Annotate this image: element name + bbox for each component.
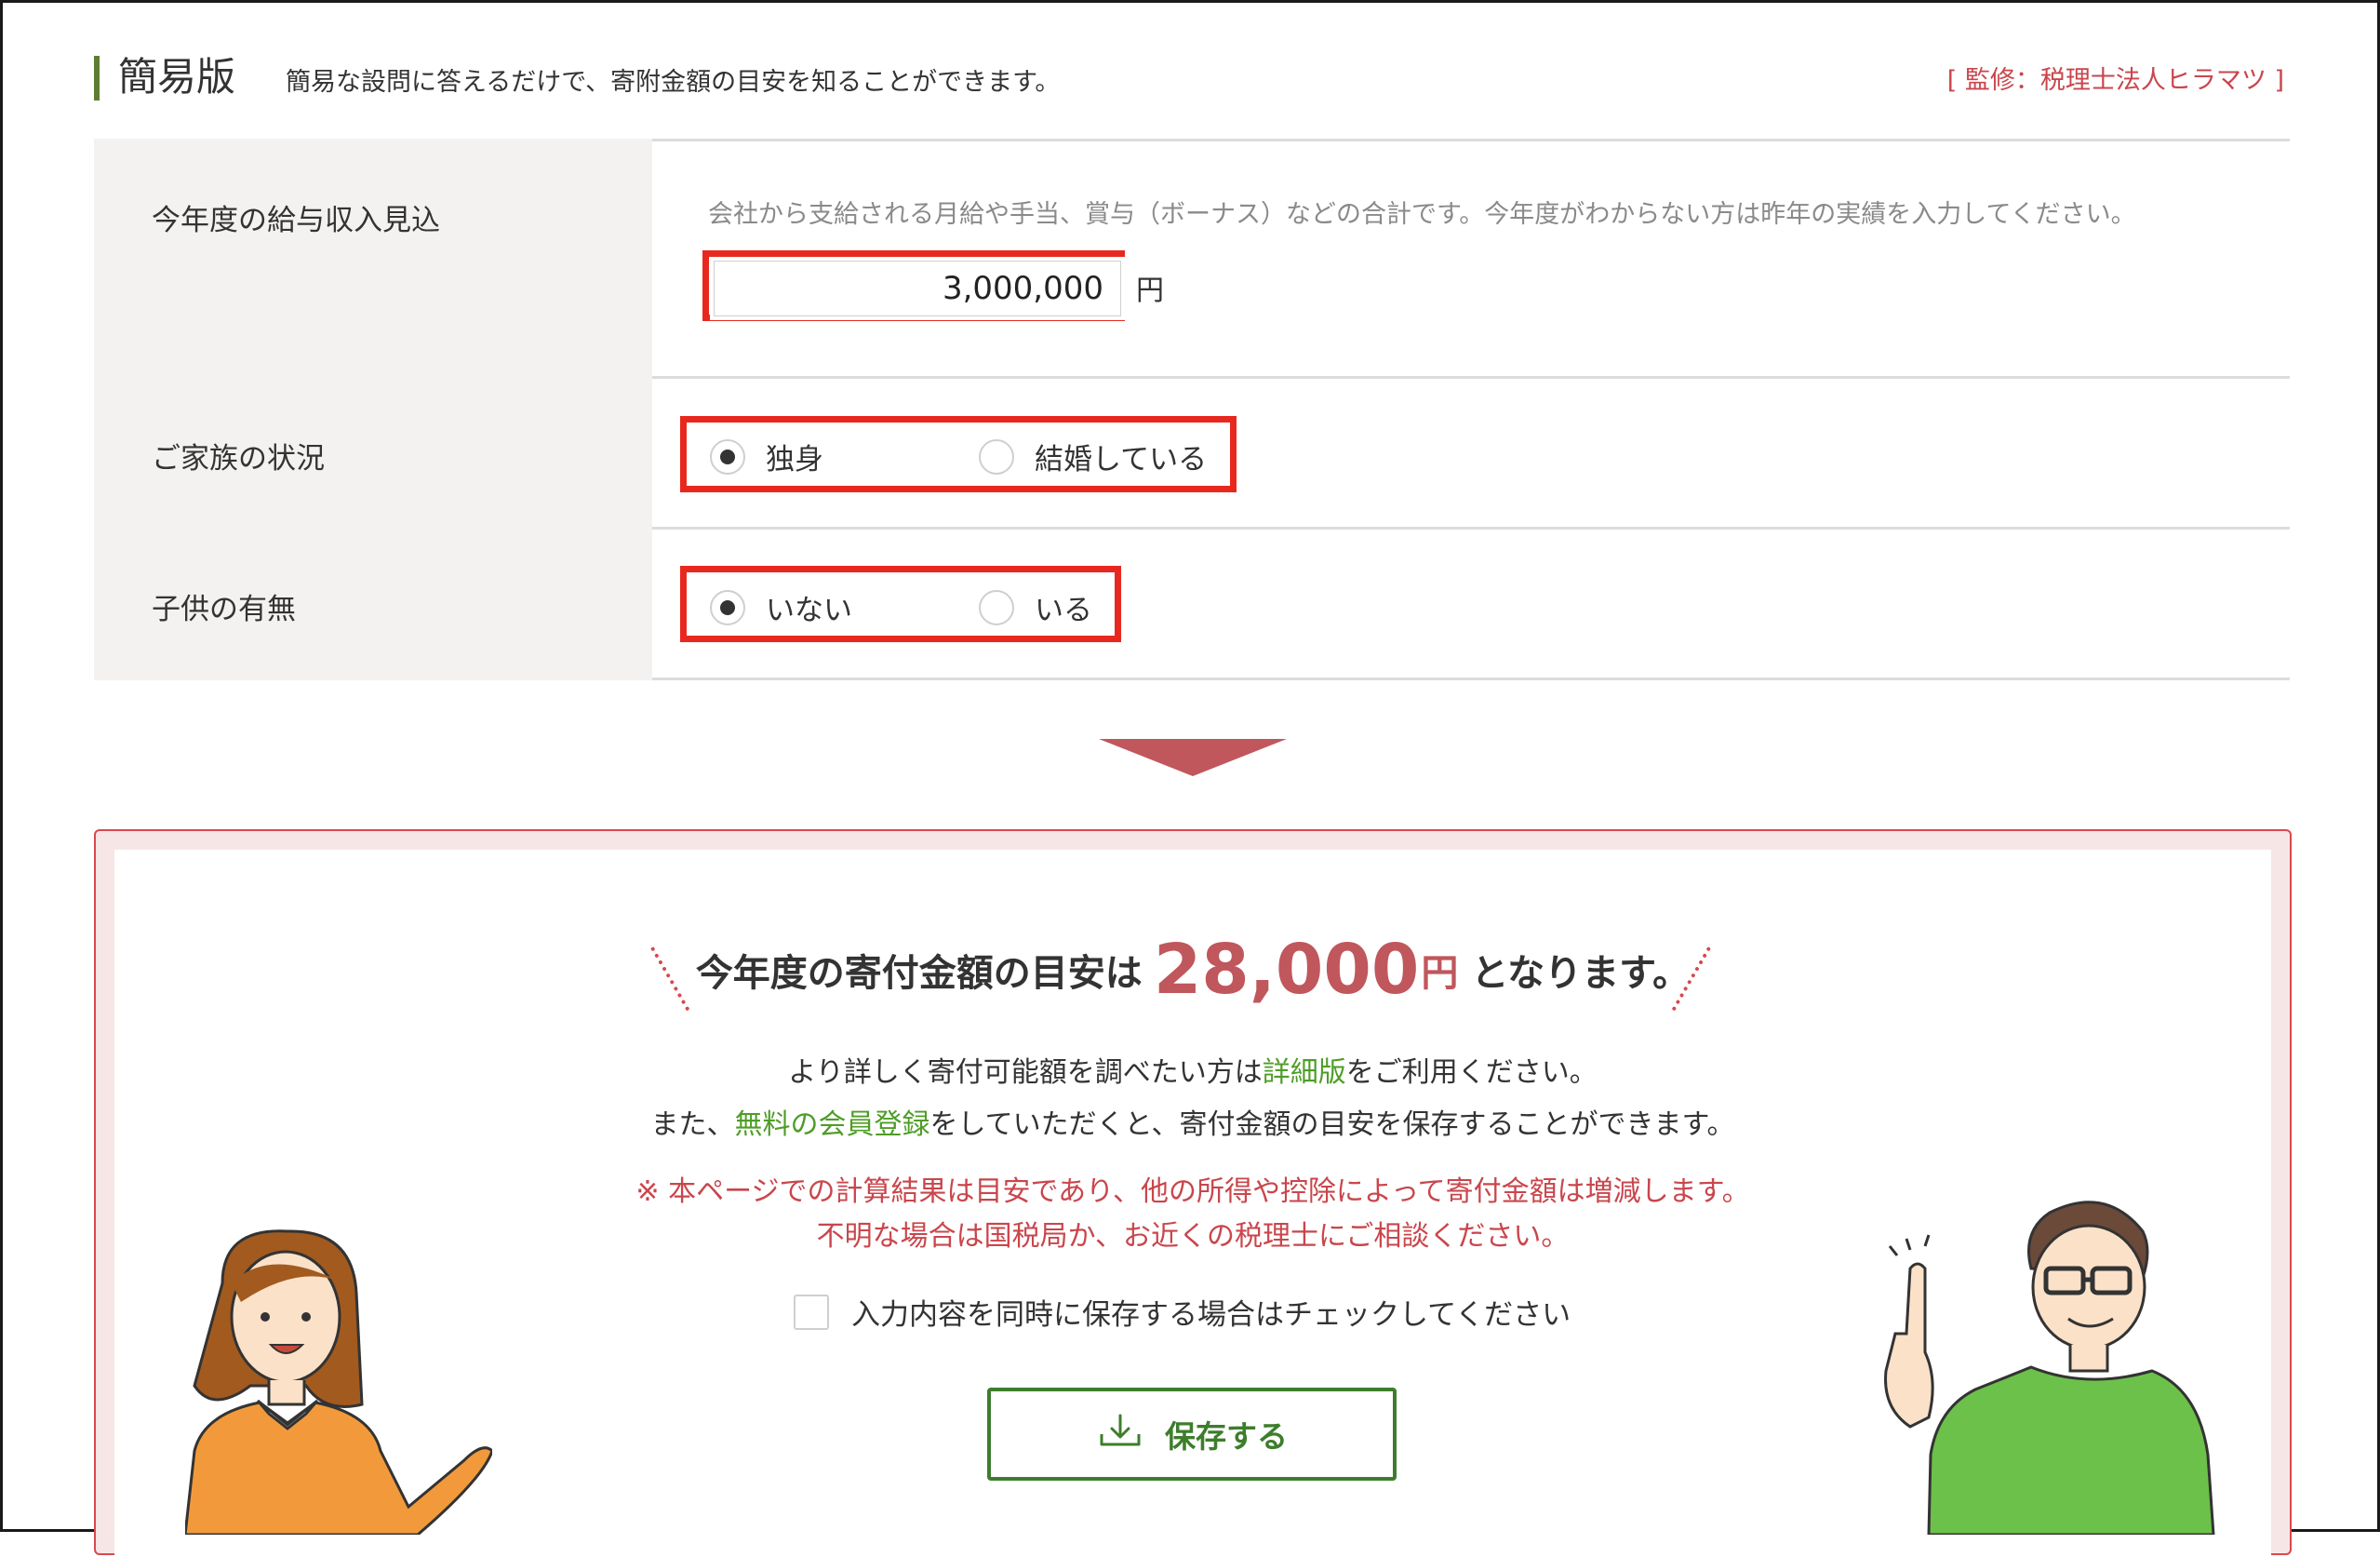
radio-unselected-icon[interactable] xyxy=(979,438,1014,475)
radio-selected-icon[interactable] xyxy=(710,438,745,475)
page-subtitle: 簡易な設問に答えるだけで、寄附金額の目安を知ることができます。 xyxy=(286,68,1061,97)
radio-single[interactable]: 独身 xyxy=(710,436,823,477)
member-register-link[interactable]: 無料の会員登録 xyxy=(735,1108,930,1141)
income-label: 今年度の給与収入見込 xyxy=(152,204,440,237)
result-prefix: 今年度の寄付金額の目安は xyxy=(695,952,1143,995)
row-divider xyxy=(652,678,2290,680)
woman-illustration xyxy=(185,1229,492,1535)
radio-label: 結婚している xyxy=(1035,443,1208,476)
radio-label: いない xyxy=(766,594,852,627)
income-help-text: 会社から支給される月給や手当、賞与（ボーナス）などの合計です。今年度がわからない… xyxy=(708,200,2136,229)
supervisor-note: [ 監修：税理士法人ヒラマツ ] xyxy=(1946,66,2284,95)
detail-version-link[interactable]: 詳細版 xyxy=(1263,1056,1346,1089)
income-input[interactable] xyxy=(714,261,1121,316)
radio-label: 独身 xyxy=(766,443,823,476)
save-together-checkbox[interactable] xyxy=(794,1294,829,1330)
radio-no-children[interactable]: いない xyxy=(710,586,852,628)
man-illustration xyxy=(1884,1201,2215,1535)
result-yen: 円 xyxy=(1421,952,1459,995)
detail-text: より詳しく寄付可能額を調べたい方は詳細版をご利用ください。 xyxy=(3,1049,2380,1090)
download-icon xyxy=(1096,1412,1144,1456)
radio-married[interactable]: 結婚している xyxy=(979,436,1207,477)
result-headline: 今年度の寄付金額の目安は 28,000円 となります。 xyxy=(3,930,2380,1010)
income-label-cell xyxy=(94,139,652,379)
radio-label: いる xyxy=(1035,594,1092,627)
down-arrow-icon xyxy=(1099,739,1287,776)
detail-post: をご利用ください。 xyxy=(1345,1056,1598,1089)
save-button[interactable]: 保存する xyxy=(987,1388,1397,1481)
income-unit: 円 xyxy=(1136,275,1164,307)
income-row: 今年度の給与収入見込 xyxy=(94,139,2290,379)
children-label: 子供の有無 xyxy=(152,593,296,626)
children-row: 子供の有無 xyxy=(94,530,2290,680)
register-pre: また、 xyxy=(650,1108,735,1141)
page-title: 簡易版 xyxy=(118,54,236,100)
income-field-wrap xyxy=(710,257,1125,320)
family-label: ご家族の状況 xyxy=(152,442,325,476)
radio-has-children[interactable]: いる xyxy=(979,586,1092,628)
radio-selected-icon[interactable] xyxy=(710,589,745,625)
save-together-checkbox-row[interactable]: 入力内容を同時に保存する場合はチェックしてください xyxy=(794,1291,1571,1333)
result-suffix: となります。 xyxy=(1471,952,1691,995)
result-amount: 28,000 xyxy=(1153,930,1420,1010)
radio-unselected-icon[interactable] xyxy=(979,589,1014,625)
save-button-label: 保存する xyxy=(1165,1418,1288,1455)
register-text: また、無料の会員登録をしていただくと、寄付金額の目安を保存することができます。 xyxy=(3,1101,2380,1142)
detail-pre: より詳しく寄付可能額を調べたい方は xyxy=(788,1056,1263,1089)
checkbox-label: 入力内容を同時に保存する場合はチェックしてください xyxy=(851,1298,1571,1332)
title-accent-bar xyxy=(94,56,100,101)
register-post: をしていただくと、寄付金額の目安を保存することができます。 xyxy=(929,1108,1735,1141)
